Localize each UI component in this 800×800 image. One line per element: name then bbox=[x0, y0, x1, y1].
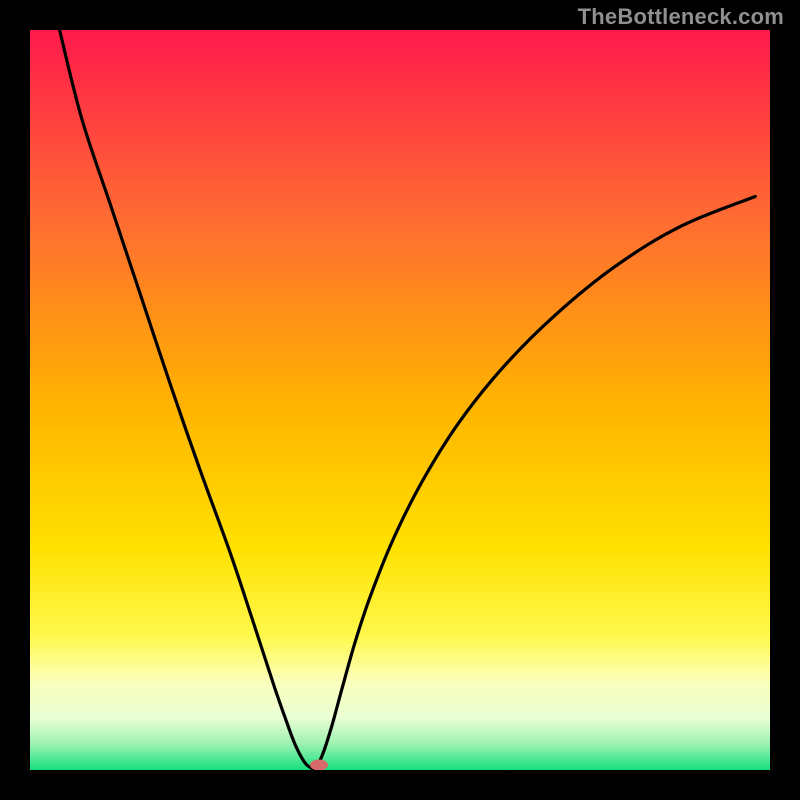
chart-frame: TheBottleneck.com bbox=[0, 0, 800, 800]
optimal-point-marker bbox=[310, 760, 328, 770]
bottleneck-curve bbox=[60, 30, 756, 769]
line-chart bbox=[30, 30, 770, 770]
watermark-text: TheBottleneck.com bbox=[578, 4, 784, 30]
plot-area bbox=[30, 30, 770, 770]
